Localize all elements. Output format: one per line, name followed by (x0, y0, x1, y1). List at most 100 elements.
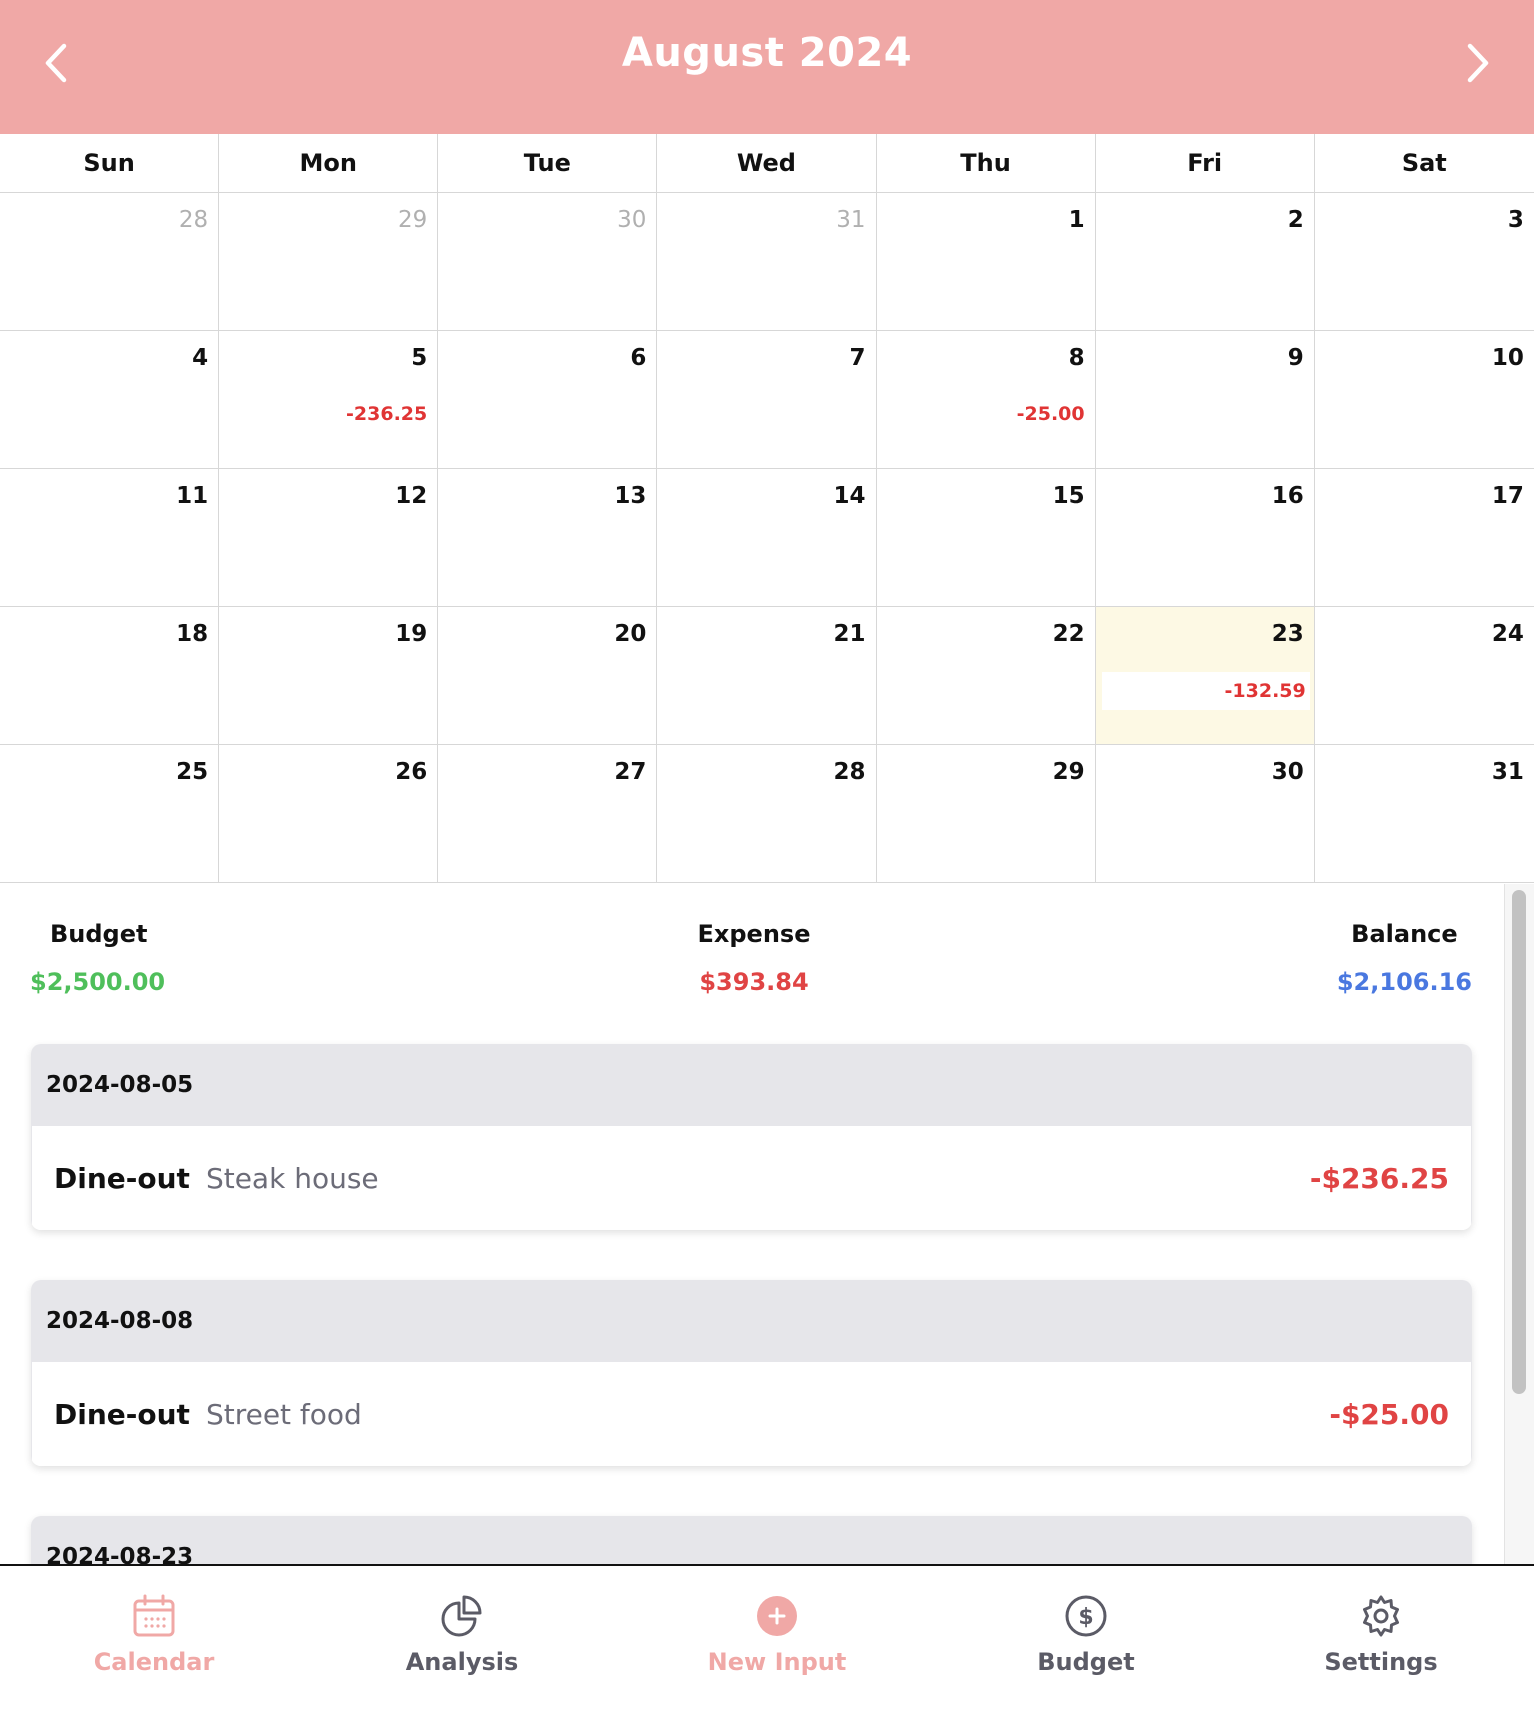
day-cell[interactable]: 12 (219, 469, 439, 607)
balance-label: Balance (1351, 920, 1458, 948)
day-cell[interactable]: 4 (0, 331, 220, 469)
weekday-sun: Sun (0, 134, 220, 192)
tab-new-input-label: New Input (707, 1648, 847, 1676)
day-cell[interactable]: 15 (876, 469, 1096, 607)
day-cell[interactable]: 6 (438, 331, 658, 469)
day-number: 29 (397, 207, 428, 233)
day-cell[interactable]: 7 (657, 331, 877, 469)
day-cell[interactable]: 27 (438, 745, 658, 883)
weekday-wed: Wed (657, 134, 877, 192)
day-expense-amount: -132.59 (1101, 672, 1310, 710)
gear-icon (1363, 1595, 1399, 1637)
transaction-description: Street food (205, 1397, 362, 1431)
day-number: 30 (617, 207, 647, 233)
svg-text:$: $ (1078, 1605, 1093, 1630)
day-number: 15 (1052, 483, 1085, 509)
day-number: 7 (849, 345, 866, 371)
pie-chart-icon (441, 1595, 482, 1637)
day-cell[interactable]: 19 (219, 607, 439, 745)
month-summary: Budget $2,500.00 Expense $393.84 Balance… (0, 900, 1500, 1010)
day-cell[interactable]: 2 (1095, 193, 1315, 331)
day-cell[interactable]: 26 (219, 745, 439, 883)
day-cell[interactable]: 29 (219, 193, 439, 331)
transaction-item[interactable]: Dine-out Steak house -$236.25 (31, 1126, 1472, 1230)
day-number: 9 (1287, 345, 1304, 371)
day-cell[interactable]: 25 (0, 745, 220, 883)
day-number: 11 (176, 483, 209, 509)
day-number: 18 (176, 621, 209, 647)
day-cell[interactable]: 8 -25.00 (876, 331, 1096, 469)
tab-settings[interactable]: Settings (1281, 1592, 1481, 1676)
day-number: 28 (178, 207, 209, 233)
transaction-category: Dine-out (54, 1161, 190, 1195)
day-number: 19 (395, 621, 428, 647)
weekday-thu: Thu (877, 134, 1096, 192)
day-cell[interactable]: 11 (0, 469, 220, 607)
day-number: 28 (833, 759, 866, 785)
tab-budget-label: Budget (1037, 1648, 1135, 1676)
balance-summary: Balance $2,106.16 (1337, 920, 1472, 996)
balance-value: $2,106.16 (1336, 968, 1472, 996)
day-cell[interactable]: 16 (1095, 469, 1315, 607)
day-cell[interactable]: 30 (438, 193, 658, 331)
tab-new-input[interactable]: New Input (677, 1592, 877, 1676)
day-cell[interactable]: 1 (876, 193, 1096, 331)
day-cell[interactable]: 28 (0, 193, 220, 331)
transaction-amount: -$25.00 (1329, 1397, 1449, 1431)
tab-calendar-label: Calendar (93, 1648, 215, 1676)
chevron-right-icon (1467, 43, 1489, 83)
day-number: 30 (1271, 759, 1304, 785)
day-cell[interactable]: 24 (1314, 607, 1534, 745)
day-number: 13 (614, 483, 647, 509)
day-cell[interactable]: 13 (438, 469, 658, 607)
day-cell[interactable]: 23 -132.59 (1095, 607, 1315, 745)
day-cell[interactable]: 18 (0, 607, 220, 745)
day-cell[interactable]: 20 (438, 607, 658, 745)
day-number: 27 (614, 759, 647, 785)
transaction-group: 2024-08-08 Dine-out Street food -$25.00 (31, 1280, 1472, 1466)
day-cell[interactable]: 14 (657, 469, 877, 607)
day-number: 5 (411, 345, 428, 371)
day-cell[interactable]: 30 (1095, 745, 1315, 883)
day-cell[interactable]: 29 (876, 745, 1096, 883)
dollar-circle-icon: $ (1065, 1595, 1107, 1637)
calendar-icon (133, 1594, 175, 1637)
scrollbar-thumb[interactable] (1512, 890, 1526, 1394)
transaction-group: 2024-08-05 Dine-out Steak house -$236.25 (31, 1044, 1472, 1230)
transaction-item[interactable]: Dine-out Street food -$25.00 (31, 1362, 1472, 1466)
plus-circle-icon (757, 1596, 797, 1636)
tab-analysis[interactable]: Analysis (362, 1592, 562, 1676)
day-cell[interactable]: 22 (876, 607, 1096, 745)
day-cell[interactable]: 9 (1095, 331, 1315, 469)
day-number: 3 (1507, 207, 1524, 233)
day-cell[interactable]: 5 -236.25 (219, 331, 439, 469)
weekday-fri: Fri (1096, 134, 1315, 192)
day-number: 10 (1491, 345, 1524, 371)
transaction-date: 2024-08-08 (31, 1280, 1472, 1362)
day-grid: 28 29 30 31 1 2 3 4 5 -236.25 6 7 8 -25.00 9 10 11 12 13 14… (0, 193, 1534, 883)
expense-summary: Expense $393.84 (0, 920, 1508, 996)
day-number: 16 (1271, 483, 1304, 509)
day-cell[interactable]: 28 (657, 745, 877, 883)
day-cell[interactable]: 31 (657, 193, 877, 331)
day-cell[interactable]: 17 (1314, 469, 1534, 607)
day-cell[interactable]: 3 (1314, 193, 1534, 331)
month-title: August 2024 (621, 30, 913, 76)
calendar-grid: Sun Mon Tue Wed Thu Fri Sat 28 29 30 31 1 2 3 4… (0, 134, 1534, 883)
day-cell[interactable]: 10 (1314, 331, 1534, 469)
day-cell[interactable]: 21 (657, 607, 877, 745)
day-expense-amount: -236.25 (346, 403, 428, 425)
day-number: 17 (1491, 483, 1524, 509)
day-number: 14 (833, 483, 866, 509)
day-number: 1 (1068, 207, 1085, 233)
tab-budget[interactable]: $ Budget (986, 1592, 1186, 1676)
day-number: 23 (1271, 621, 1304, 647)
day-number: 26 (395, 759, 428, 785)
day-cell[interactable]: 31 (1314, 745, 1534, 883)
weekday-mon: Mon (219, 134, 439, 192)
day-number: 25 (176, 759, 209, 785)
day-number: 2 (1287, 207, 1304, 233)
day-expense-amount: -25.00 (1016, 403, 1085, 425)
tab-calendar[interactable]: Calendar (54, 1592, 254, 1676)
next-month-button[interactable] (1456, 38, 1496, 88)
